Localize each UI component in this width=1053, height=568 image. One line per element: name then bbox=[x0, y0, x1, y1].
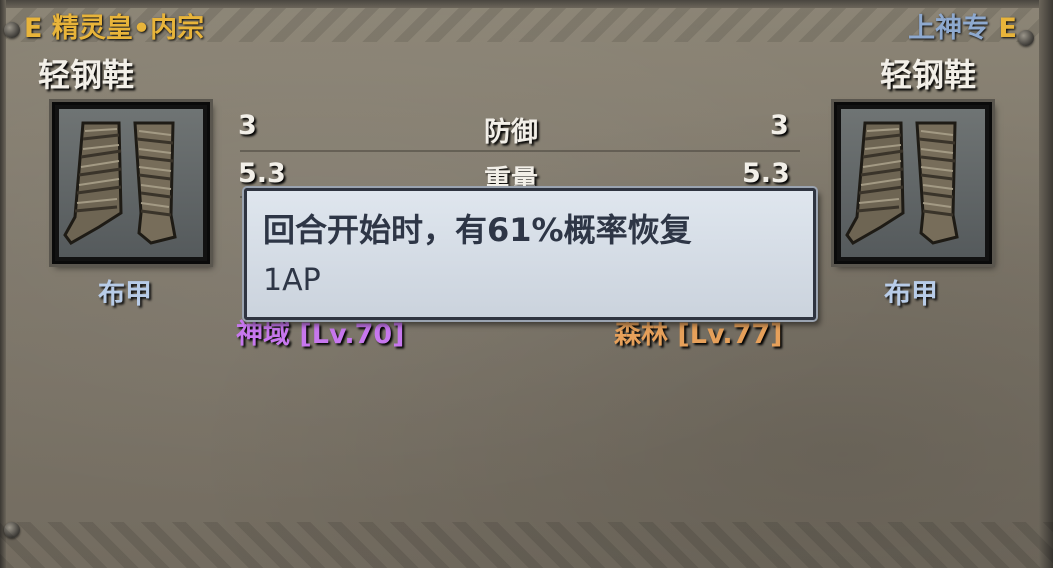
left-armor-type: 布甲 bbox=[98, 279, 152, 310]
right-armor-type: 布甲 bbox=[884, 279, 938, 310]
defense-label: 防御 bbox=[484, 117, 538, 148]
left-zone-name: 神域 bbox=[236, 319, 290, 350]
rivet-icon bbox=[4, 522, 20, 538]
wrapped-boots-icon bbox=[63, 121, 177, 245]
tooltip-effect-text: 回合开始时，有61%概率恢复 bbox=[263, 211, 692, 249]
left-zone-level: [Lv.70] bbox=[299, 319, 405, 350]
right-zone-level: [Lv.77] bbox=[677, 319, 783, 350]
right-item-slot[interactable] bbox=[834, 102, 992, 264]
panel-frame-right bbox=[1039, 0, 1053, 568]
right-defense-value: 3 bbox=[770, 110, 789, 141]
right-item-name: 轻钢鞋 bbox=[880, 56, 977, 94]
right-item-source: 上神专 bbox=[908, 13, 990, 44]
left-item-source: 精灵皇•内宗 bbox=[51, 13, 205, 44]
left-item-slot[interactable] bbox=[52, 102, 210, 264]
item-compare-panel: E 精灵皇•内宗 轻钢鞋 上神专 E 轻钢鞋 布甲 布甲 3 防御 3 5.3 … bbox=[0, 0, 1053, 568]
right-weight-value: 5.3 bbox=[742, 158, 790, 189]
effect-tooltip: 回合开始时，有61%概率恢复 1AP bbox=[244, 188, 816, 320]
left-item-name: 轻钢鞋 bbox=[38, 56, 135, 94]
panel-frame-left bbox=[0, 0, 6, 568]
right-zone-name: 森林 bbox=[614, 319, 668, 350]
left-defense-value: 3 bbox=[238, 110, 257, 141]
tooltip-effect-amount: 1AP bbox=[263, 263, 321, 298]
rivet-icon bbox=[4, 22, 20, 38]
left-item-grade: E bbox=[24, 13, 43, 44]
right-item-grade: E bbox=[998, 13, 1017, 44]
wrapped-boots-icon bbox=[845, 121, 959, 245]
rivet-icon bbox=[1018, 30, 1034, 46]
stat-row-divider bbox=[240, 150, 800, 152]
right-item-rank: 上神专 E bbox=[908, 6, 1017, 45]
left-item-rank: E 精灵皇•内宗 bbox=[24, 6, 204, 45]
left-weight-value: 5.3 bbox=[238, 158, 286, 189]
